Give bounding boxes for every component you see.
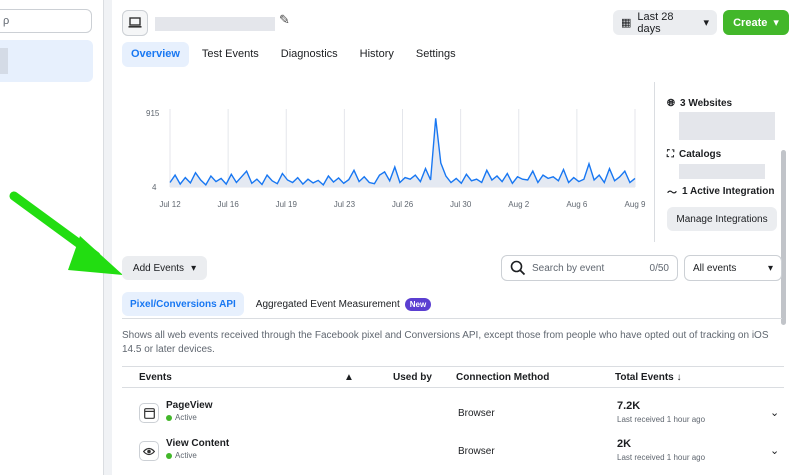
connection-method: Browser (458, 408, 495, 419)
date-range-label: Last 28 days (637, 10, 674, 35)
x-tick-label: Aug 2 (508, 200, 529, 209)
integrations-row[interactable]: 〜 1 Active Integration (667, 184, 774, 199)
catalogs-row[interactable]: ⛶ Catalogs (667, 149, 721, 160)
search-count: 0/50 (649, 262, 669, 274)
sidebar-selected-item[interactable] (0, 40, 93, 82)
status-dot (166, 414, 172, 421)
redacted-block (679, 112, 775, 140)
search-icon (510, 260, 526, 276)
chevron-down-icon[interactable]: ⌄ (770, 406, 779, 419)
x-tick-label: Jul 23 (334, 200, 356, 209)
filter-label: All events (693, 262, 737, 274)
event-name: View Content (166, 438, 230, 449)
page-icon (139, 403, 159, 423)
total-events: 2K (617, 438, 632, 450)
tab-pixel-conversions-api[interactable]: Pixel/Conversions API (122, 292, 244, 316)
table-row[interactable]: PageView Active Browser 7.2K Last receiv… (122, 395, 784, 433)
date-range-button[interactable]: ▦ Last 28 days ▾ (613, 10, 717, 35)
search-placeholder: Search by event (532, 262, 605, 274)
pixel-name-redacted (155, 17, 275, 31)
status-label: Active (175, 413, 197, 422)
tab-settings[interactable]: Settings (407, 42, 465, 67)
events-table-header: Events ▲ Used by Connection Method Total… (122, 366, 784, 388)
websites-label: 3 Websites (680, 98, 733, 109)
redacted-block (0, 48, 8, 74)
event-status: Active (166, 413, 197, 422)
x-tick-label: Jul 12 (159, 200, 181, 209)
create-label: Create (733, 16, 768, 29)
x-tick-label: Aug 9 (625, 200, 646, 209)
x-tick-label: Jul 19 (276, 200, 298, 209)
pencil-icon[interactable]: ✎ (279, 12, 290, 28)
caret-down-icon: ▾ (703, 17, 709, 29)
laptop-icon (122, 10, 148, 36)
sidebar-search-input[interactable]: ρ (0, 9, 92, 33)
warning-icon: ▲ (344, 372, 354, 383)
tab-overview[interactable]: Overview (122, 42, 189, 67)
pulse-icon: 〜 (667, 188, 677, 199)
integrations-label: 1 Active Integration (682, 186, 775, 197)
connection-method: Browser (458, 446, 495, 457)
last-received: Last received 1 hour ago (617, 453, 706, 462)
chevron-down-icon[interactable]: ⌄ (770, 444, 779, 457)
eye-icon (139, 441, 159, 461)
subtabs-divider (122, 318, 782, 319)
calendar-icon: ▦ (621, 17, 632, 29)
last-received: Last received 1 hour ago (617, 415, 706, 424)
create-button[interactable]: Create ▾ (723, 10, 789, 35)
col-connection-method[interactable]: Connection Method (456, 372, 549, 383)
x-tick-label: Jul 16 (217, 200, 239, 209)
status-label: Active (175, 451, 197, 460)
col-total-events[interactable]: Total Events ↓ (615, 372, 682, 383)
y-tick-min: 4 (152, 183, 157, 192)
y-tick-max: 915 (146, 109, 160, 118)
events-description: Shows all web events received through th… (122, 330, 769, 355)
tab-aggregated-event-measurement[interactable]: Aggregated Event Measurement New (248, 292, 439, 316)
shopping-bag-icon: ⛶ (667, 149, 674, 160)
catalogs-label: Catalogs (679, 149, 722, 160)
event-status: Active (166, 451, 197, 460)
event-subtabs: Pixel/Conversions API Aggregated Event M… (122, 292, 439, 316)
tab-test-events[interactable]: Test Events (193, 42, 268, 67)
col-used-by[interactable]: Used by (393, 372, 432, 383)
table-row[interactable]: View Content Active Browser 2K Last rece… (122, 433, 784, 471)
x-tick-label: Jul 30 (450, 200, 472, 209)
event-filter-select[interactable]: All events ▾ (684, 255, 782, 281)
redacted-block (679, 164, 765, 179)
status-dot (166, 452, 172, 459)
tab-diagnostics[interactable]: Diagnostics (272, 42, 347, 67)
caret-down-icon: ▾ (773, 17, 779, 29)
scrollbar[interactable] (781, 150, 786, 325)
total-events: 7.2K (617, 400, 641, 412)
x-tick-label: Aug 6 (566, 200, 587, 209)
caret-down-icon: ▾ (767, 262, 773, 274)
manage-integrations-button[interactable]: Manage Integrations (667, 207, 777, 231)
col-events[interactable]: Events (139, 372, 172, 383)
caret-down-icon: ▾ (191, 262, 197, 274)
events-line-chart: 915 4 Jul 12 Jul 16 Jul 19 Jul 23 Jul 26 Jul … (146, 109, 646, 209)
add-events-button[interactable]: Add Events ▾ (122, 256, 207, 280)
add-events-label: Add Events (132, 262, 185, 274)
subtab-label: Aggregated Event Measurement (255, 298, 400, 310)
x-tick-label: Jul 26 (392, 200, 414, 209)
main-tabs: Overview Test Events Diagnostics History… (122, 42, 465, 67)
right-info-panel: 🌐︎ 3 Websites ⛶ Catalogs 〜 1 Active Inte… (654, 82, 790, 242)
tab-history[interactable]: History (351, 42, 403, 67)
new-badge: New (404, 297, 432, 311)
search-events-input[interactable]: Search by event 0/50 (501, 255, 678, 281)
websites-row[interactable]: 🌐︎ 3 Websites (667, 98, 732, 109)
event-name: PageView (166, 400, 213, 411)
green-arrow-annotation (9, 191, 123, 275)
globe-icon: 🌐︎ (667, 98, 675, 109)
